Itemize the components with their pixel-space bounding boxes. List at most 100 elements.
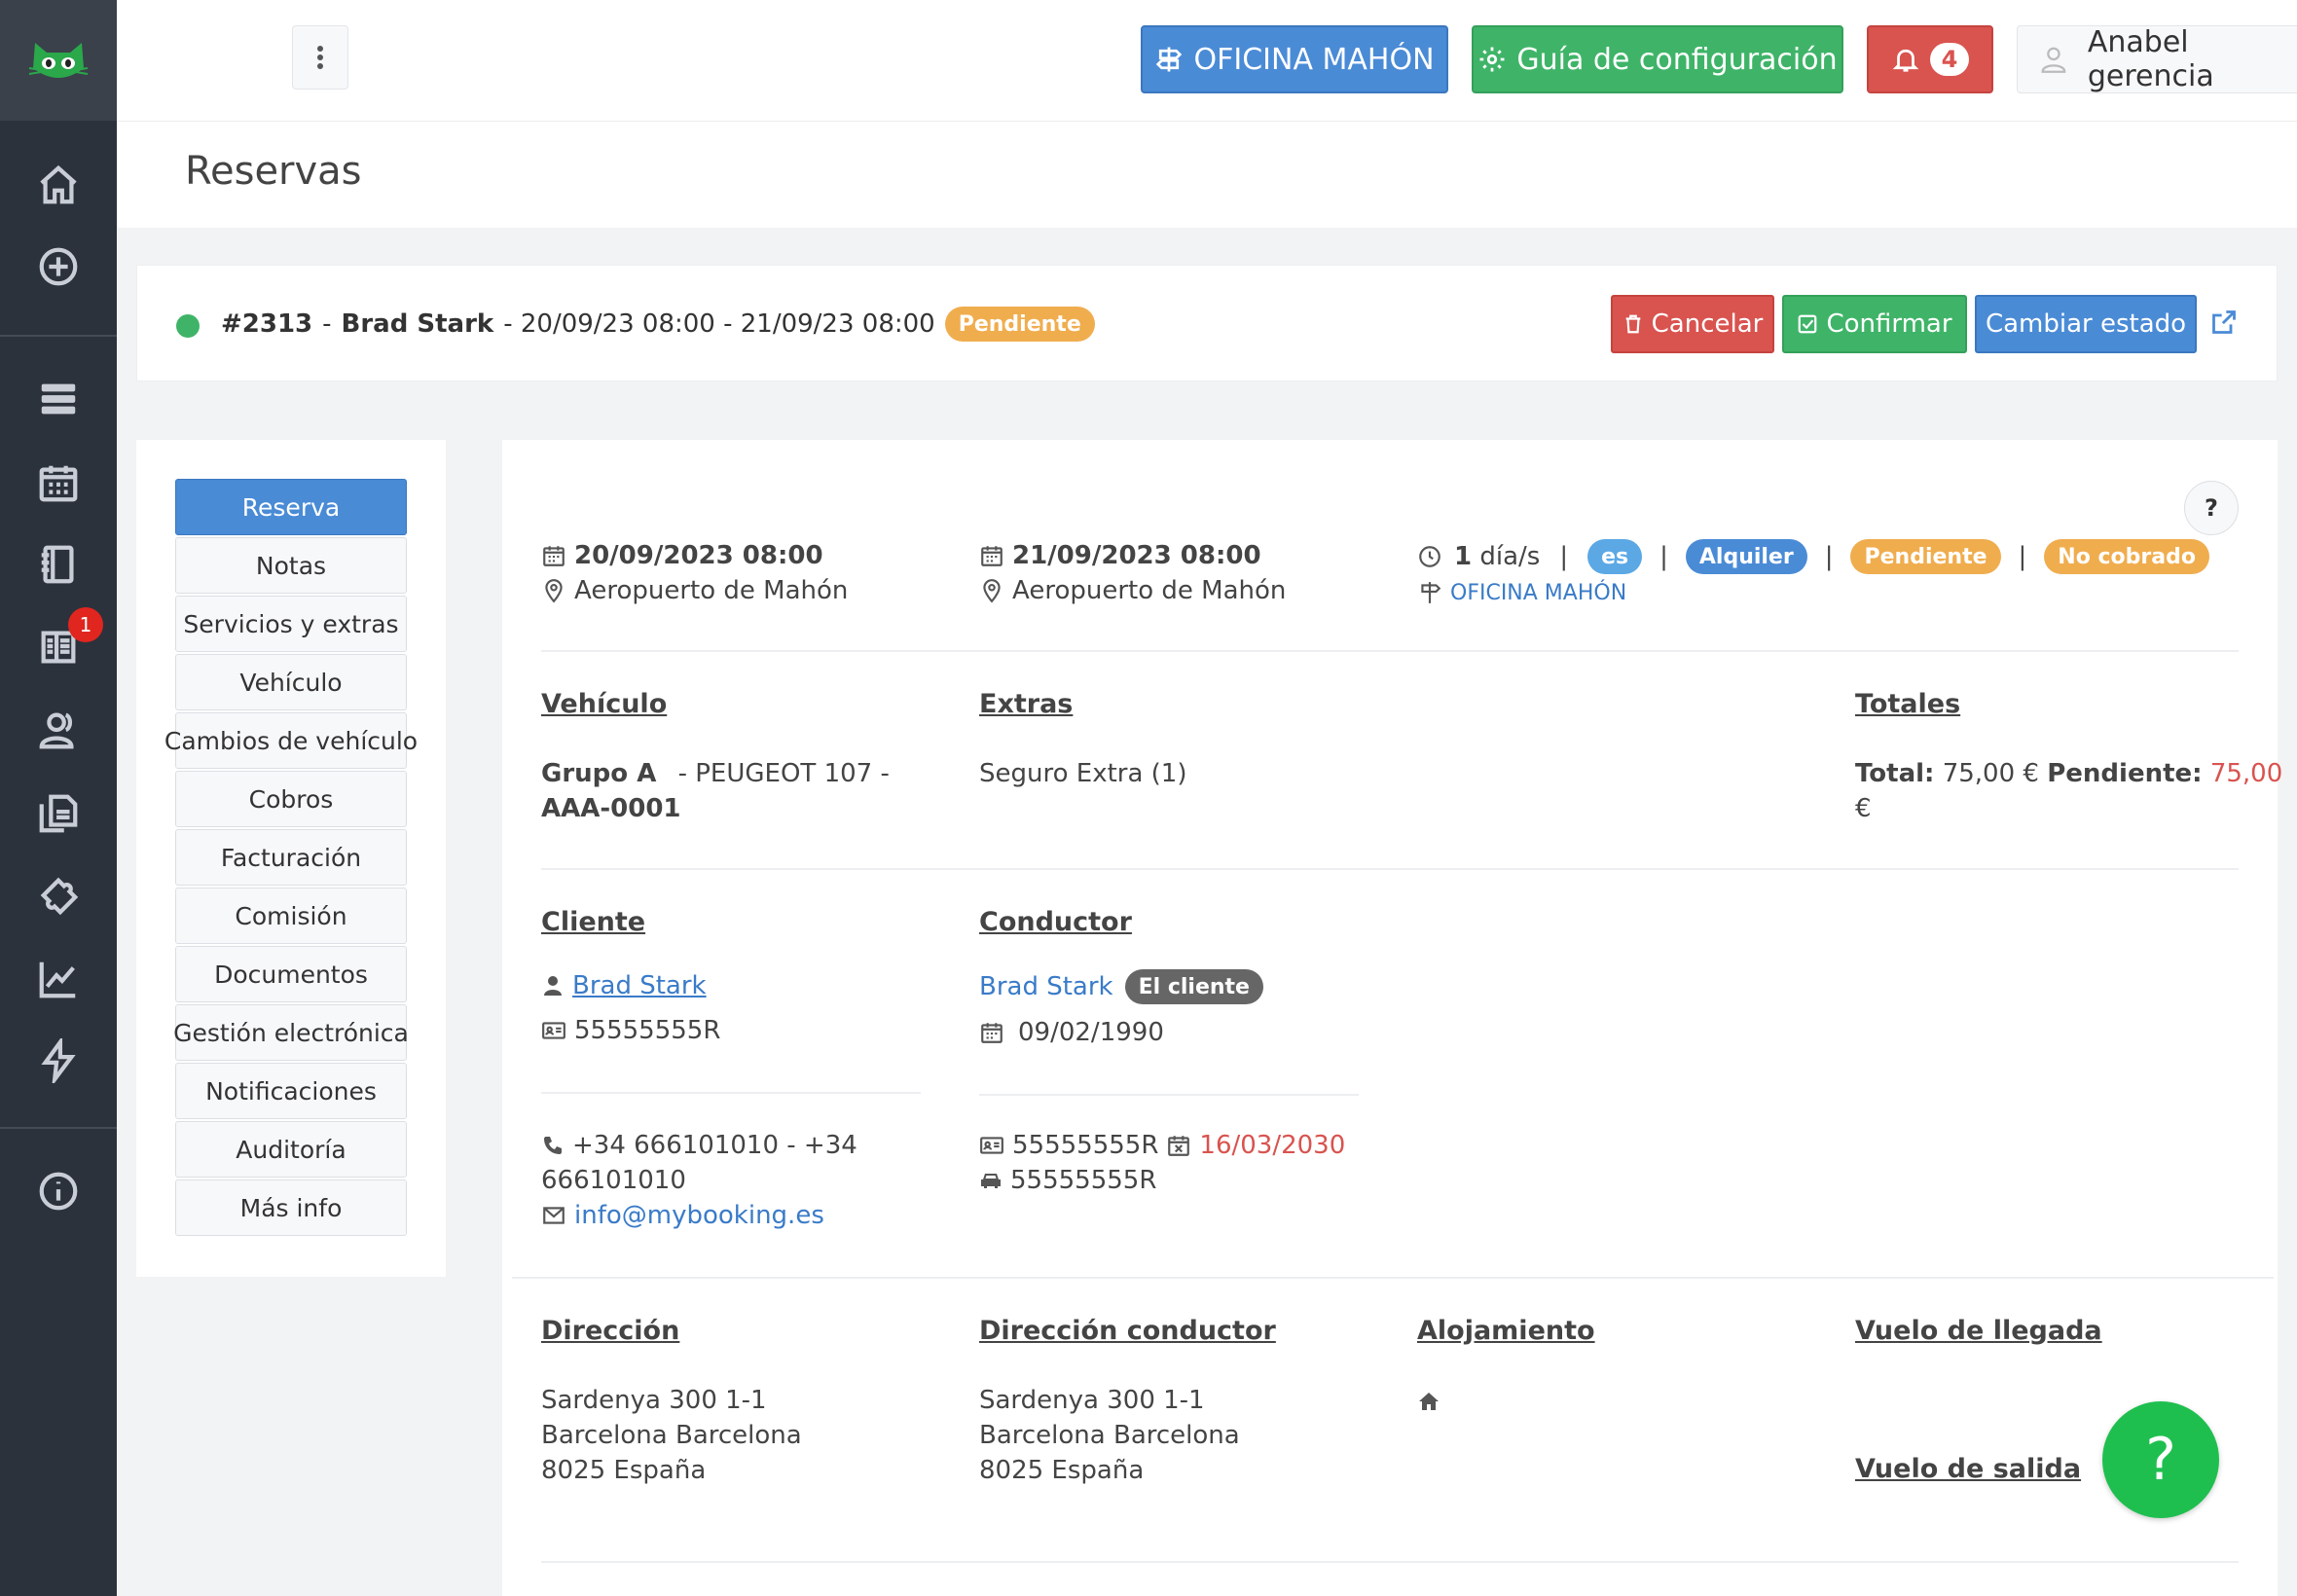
envelope-icon (543, 1207, 565, 1224)
client-email-link[interactable]: info@mybooking.es (574, 1201, 824, 1230)
change-state-button[interactable]: Cambiar estado (1975, 295, 2197, 353)
address-line-1: Sardenya 300 1-1 (541, 1386, 767, 1415)
client-name-link[interactable]: Brad Stark (572, 971, 707, 1000)
office-link[interactable]: OFICINA MAHÓN (1450, 581, 1626, 605)
client-title: Cliente (541, 907, 646, 937)
user-menu-button[interactable]: Anabel gerencia (2017, 25, 2297, 93)
tab-cambios-vehiculo[interactable]: Cambios de vehículo (164, 712, 418, 769)
tab-servicios-extras[interactable]: Servicios y extras (175, 596, 407, 652)
lodging-title: Alojamiento (1417, 1316, 1595, 1346)
client-name-row: Brad Stark (541, 971, 707, 1000)
office-row: OFICINA MAHÓN (1417, 580, 1626, 605)
driver-license: 55555555R (1010, 1166, 1157, 1195)
reservation-detail: ? 20/09/2023 08:00 Aeropuerto de Mahón 2… (502, 440, 2282, 1596)
clock-icon (1419, 546, 1440, 567)
house-icon (1417, 1390, 1440, 1420)
external-link-icon[interactable] (2210, 308, 2238, 343)
reservation-summary-line: #2313 - Brad Stark - 20/09/23 08:00 - 21… (221, 307, 1095, 342)
address-title: Dirección (541, 1316, 680, 1346)
driver-name-row: Brad Stark El cliente (979, 969, 1263, 1004)
meta-separator: | (1824, 542, 1834, 571)
client-phone-row: +34 666101010 - +34 (541, 1131, 857, 1160)
map-pin-icon (545, 579, 563, 603)
tab-documentos[interactable]: Documentos (175, 946, 407, 1002)
calendar-icon (981, 546, 1003, 566)
tab-cobros[interactable]: Cobros (175, 771, 407, 827)
calendar-icon (981, 1023, 1003, 1043)
user-icon (544, 976, 562, 996)
reservation-dates: - 20/09/23 08:00 - 21/09/23 08:00 (503, 309, 935, 339)
kebab-menu-button[interactable] (292, 25, 348, 90)
notifications-button[interactable]: 4 (1867, 25, 1993, 93)
pickup-place-row: Aeropuerto de Mahón (541, 576, 848, 605)
info-icon[interactable] (0, 1162, 117, 1220)
vehicle-plate: AAA-0001 (541, 794, 681, 823)
notification-badge: 1 (68, 607, 103, 642)
users-icon[interactable] (0, 701, 117, 759)
client-email-row: info@mybooking.es (541, 1201, 824, 1230)
tab-gestion-electronica[interactable]: Gestión electrónica (173, 1004, 409, 1061)
documents-icon[interactable] (0, 784, 117, 843)
driver-address-line-1: Sardenya 300 1-1 (979, 1386, 1205, 1415)
id-card-icon (980, 1137, 1003, 1154)
address-line-3: 8025 España (541, 1456, 707, 1485)
tab-comision[interactable]: Comisión (175, 888, 407, 944)
tab-notificaciones[interactable]: Notificaciones (175, 1063, 407, 1119)
calendar-x-icon (1168, 1136, 1190, 1156)
cancel-button[interactable]: Cancelar (1611, 295, 1774, 353)
pending-value: 75,00 (2209, 759, 2283, 788)
calendar-icon (543, 546, 565, 566)
setup-guide-button[interactable]: Guía de configuración (1472, 25, 1843, 93)
reservation-number: #2313 (221, 309, 313, 339)
server-icon[interactable] (0, 370, 117, 428)
book-icon[interactable]: 1 (0, 607, 117, 675)
change-state-label: Cambiar estado (1985, 309, 2187, 339)
tab-reserva[interactable]: Reserva (175, 479, 407, 535)
pending-currency: € (1855, 794, 1872, 823)
language-badge: es (1587, 539, 1643, 574)
plus-circle-icon[interactable] (0, 237, 117, 296)
chart-icon[interactable] (0, 950, 117, 1008)
help-button[interactable]: ? (2184, 481, 2239, 535)
extras-item: Seguro Extra (1) (979, 759, 1187, 788)
driver-birth-date: 09/02/1990 (1018, 1018, 1164, 1047)
totals-title: Totales (1855, 689, 1961, 719)
tab-facturacion[interactable]: Facturación (175, 829, 407, 886)
lightning-icon[interactable] (0, 1032, 117, 1090)
status-badge: Pendiente (1850, 539, 2001, 574)
tab-auditoria[interactable]: Auditoría (175, 1121, 407, 1178)
extras-title: Extras (979, 689, 1074, 719)
driver-name-link[interactable]: Brad Stark (979, 972, 1113, 1001)
driver-id-row: 55555555R 16/03/2030 (979, 1131, 1345, 1160)
tab-notas[interactable]: Notas (175, 537, 407, 594)
confirm-button[interactable]: Confirmar (1782, 295, 1967, 353)
vehicle-model: - PEUGEOT 107 - (677, 759, 890, 788)
total-label: Total: (1855, 759, 1935, 788)
vehicle-line: Grupo A - PEUGEOT 107 - (541, 759, 890, 788)
driver-address-title: Dirección conductor (979, 1316, 1276, 1346)
notebook-icon[interactable] (0, 535, 117, 594)
user-avatar-icon (2041, 47, 2066, 73)
vehicle-title: Vehículo (541, 689, 668, 719)
meta-separator: | (1659, 542, 1668, 571)
office-button[interactable]: OFICINA MAHÓN (1141, 25, 1448, 93)
reservation-tabs: Reserva Notas Servicios y extras Vehícul… (136, 440, 446, 1277)
pickup-date: 20/09/2023 08:00 (574, 541, 823, 570)
pickup-place: Aeropuerto de Mahón (574, 576, 849, 605)
calendar-icon[interactable] (0, 453, 117, 512)
puzzle-icon[interactable] (0, 866, 117, 925)
vehicle-group: Grupo A (541, 759, 657, 788)
status-dot (176, 314, 200, 338)
phone-icon (544, 1137, 562, 1154)
notifications-count: 4 (1930, 43, 1969, 76)
tab-mas-info[interactable]: Más info (175, 1179, 407, 1236)
logo[interactable] (0, 0, 117, 121)
tab-vehiculo[interactable]: Vehículo (175, 654, 407, 710)
reservation-status-badge: Pendiente (944, 307, 1095, 342)
home-icon[interactable] (0, 156, 117, 214)
map-pin-icon (983, 579, 1001, 603)
help-chat-button[interactable]: ? (2102, 1401, 2219, 1518)
total-value: 75,00 € (1942, 759, 2039, 788)
arrival-flight-title: Vuelo de llegada (1855, 1316, 2102, 1346)
divider (541, 1561, 2239, 1563)
